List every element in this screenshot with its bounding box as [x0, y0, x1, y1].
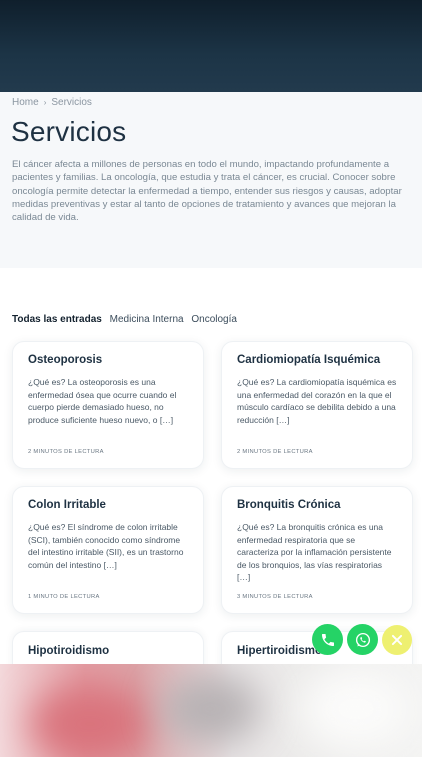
filter-tabs: Todas las entradas Medicina Interna Onco…: [12, 314, 242, 325]
reading-time: 3 MINUTOS DE LECTURA: [237, 594, 313, 600]
blurred-image: [0, 664, 422, 757]
card-excerpt: ¿Qué es? El síndrome de colon irritable …: [28, 522, 184, 570]
breadcrumb: Home › Servicios: [12, 97, 92, 108]
filter-tab-all[interactable]: Todas las entradas: [12, 314, 102, 325]
filter-tab-oncologia[interactable]: Oncología: [191, 314, 237, 325]
filter-tab-medicina-interna[interactable]: Medicina Interna: [110, 314, 184, 325]
call-button[interactable]: [312, 624, 343, 655]
card-title[interactable]: Osteoporosis: [28, 354, 188, 366]
close-button[interactable]: [382, 625, 412, 655]
card-excerpt: ¿Qué es? La cardiomiopatía isquémica es …: [237, 377, 397, 425]
phone-icon: [321, 633, 334, 646]
post-card-colon-irritable[interactable]: Colon Irritable ¿Qué es? El síndrome de …: [12, 486, 204, 614]
breadcrumb-home-link[interactable]: Home: [12, 97, 39, 108]
chevron-right-icon: ›: [43, 98, 47, 107]
card-excerpt: ¿Qué es? La osteoporosis es una enfermed…: [28, 377, 177, 425]
reading-time: 2 MINUTOS DE LECTURA: [237, 449, 313, 455]
close-icon: [391, 634, 403, 646]
card-title[interactable]: Cardiomiopatía Isquémica: [237, 354, 397, 366]
reading-time: 1 MINUTO DE LECTURA: [28, 594, 100, 600]
breadcrumb-current: Servicios: [51, 97, 92, 108]
card-excerpt: ¿Qué es? La bronquitis crónica es una en…: [237, 522, 392, 582]
post-card-bronquitis[interactable]: Bronquitis Crónica ¿Qué es? La bronquiti…: [221, 486, 413, 614]
card-title[interactable]: Hipotiroidismo: [28, 645, 188, 657]
whatsapp-icon: [355, 632, 370, 647]
whatsapp-button[interactable]: [347, 624, 378, 655]
hero-banner: [0, 0, 422, 92]
page-description: El cáncer afecta a millones de personas …: [12, 159, 402, 224]
page-title: Servicios: [11, 116, 127, 147]
reading-time: 2 MINUTOS DE LECTURA: [28, 449, 104, 455]
card-title[interactable]: Bronquitis Crónica: [237, 499, 397, 511]
card-title[interactable]: Colon Irritable: [28, 499, 188, 511]
post-card-osteoporosis[interactable]: Osteoporosis ¿Qué es? La osteoporosis es…: [12, 341, 204, 469]
post-card-cardiomiopatia[interactable]: Cardiomiopatía Isquémica ¿Qué es? La car…: [221, 341, 413, 469]
